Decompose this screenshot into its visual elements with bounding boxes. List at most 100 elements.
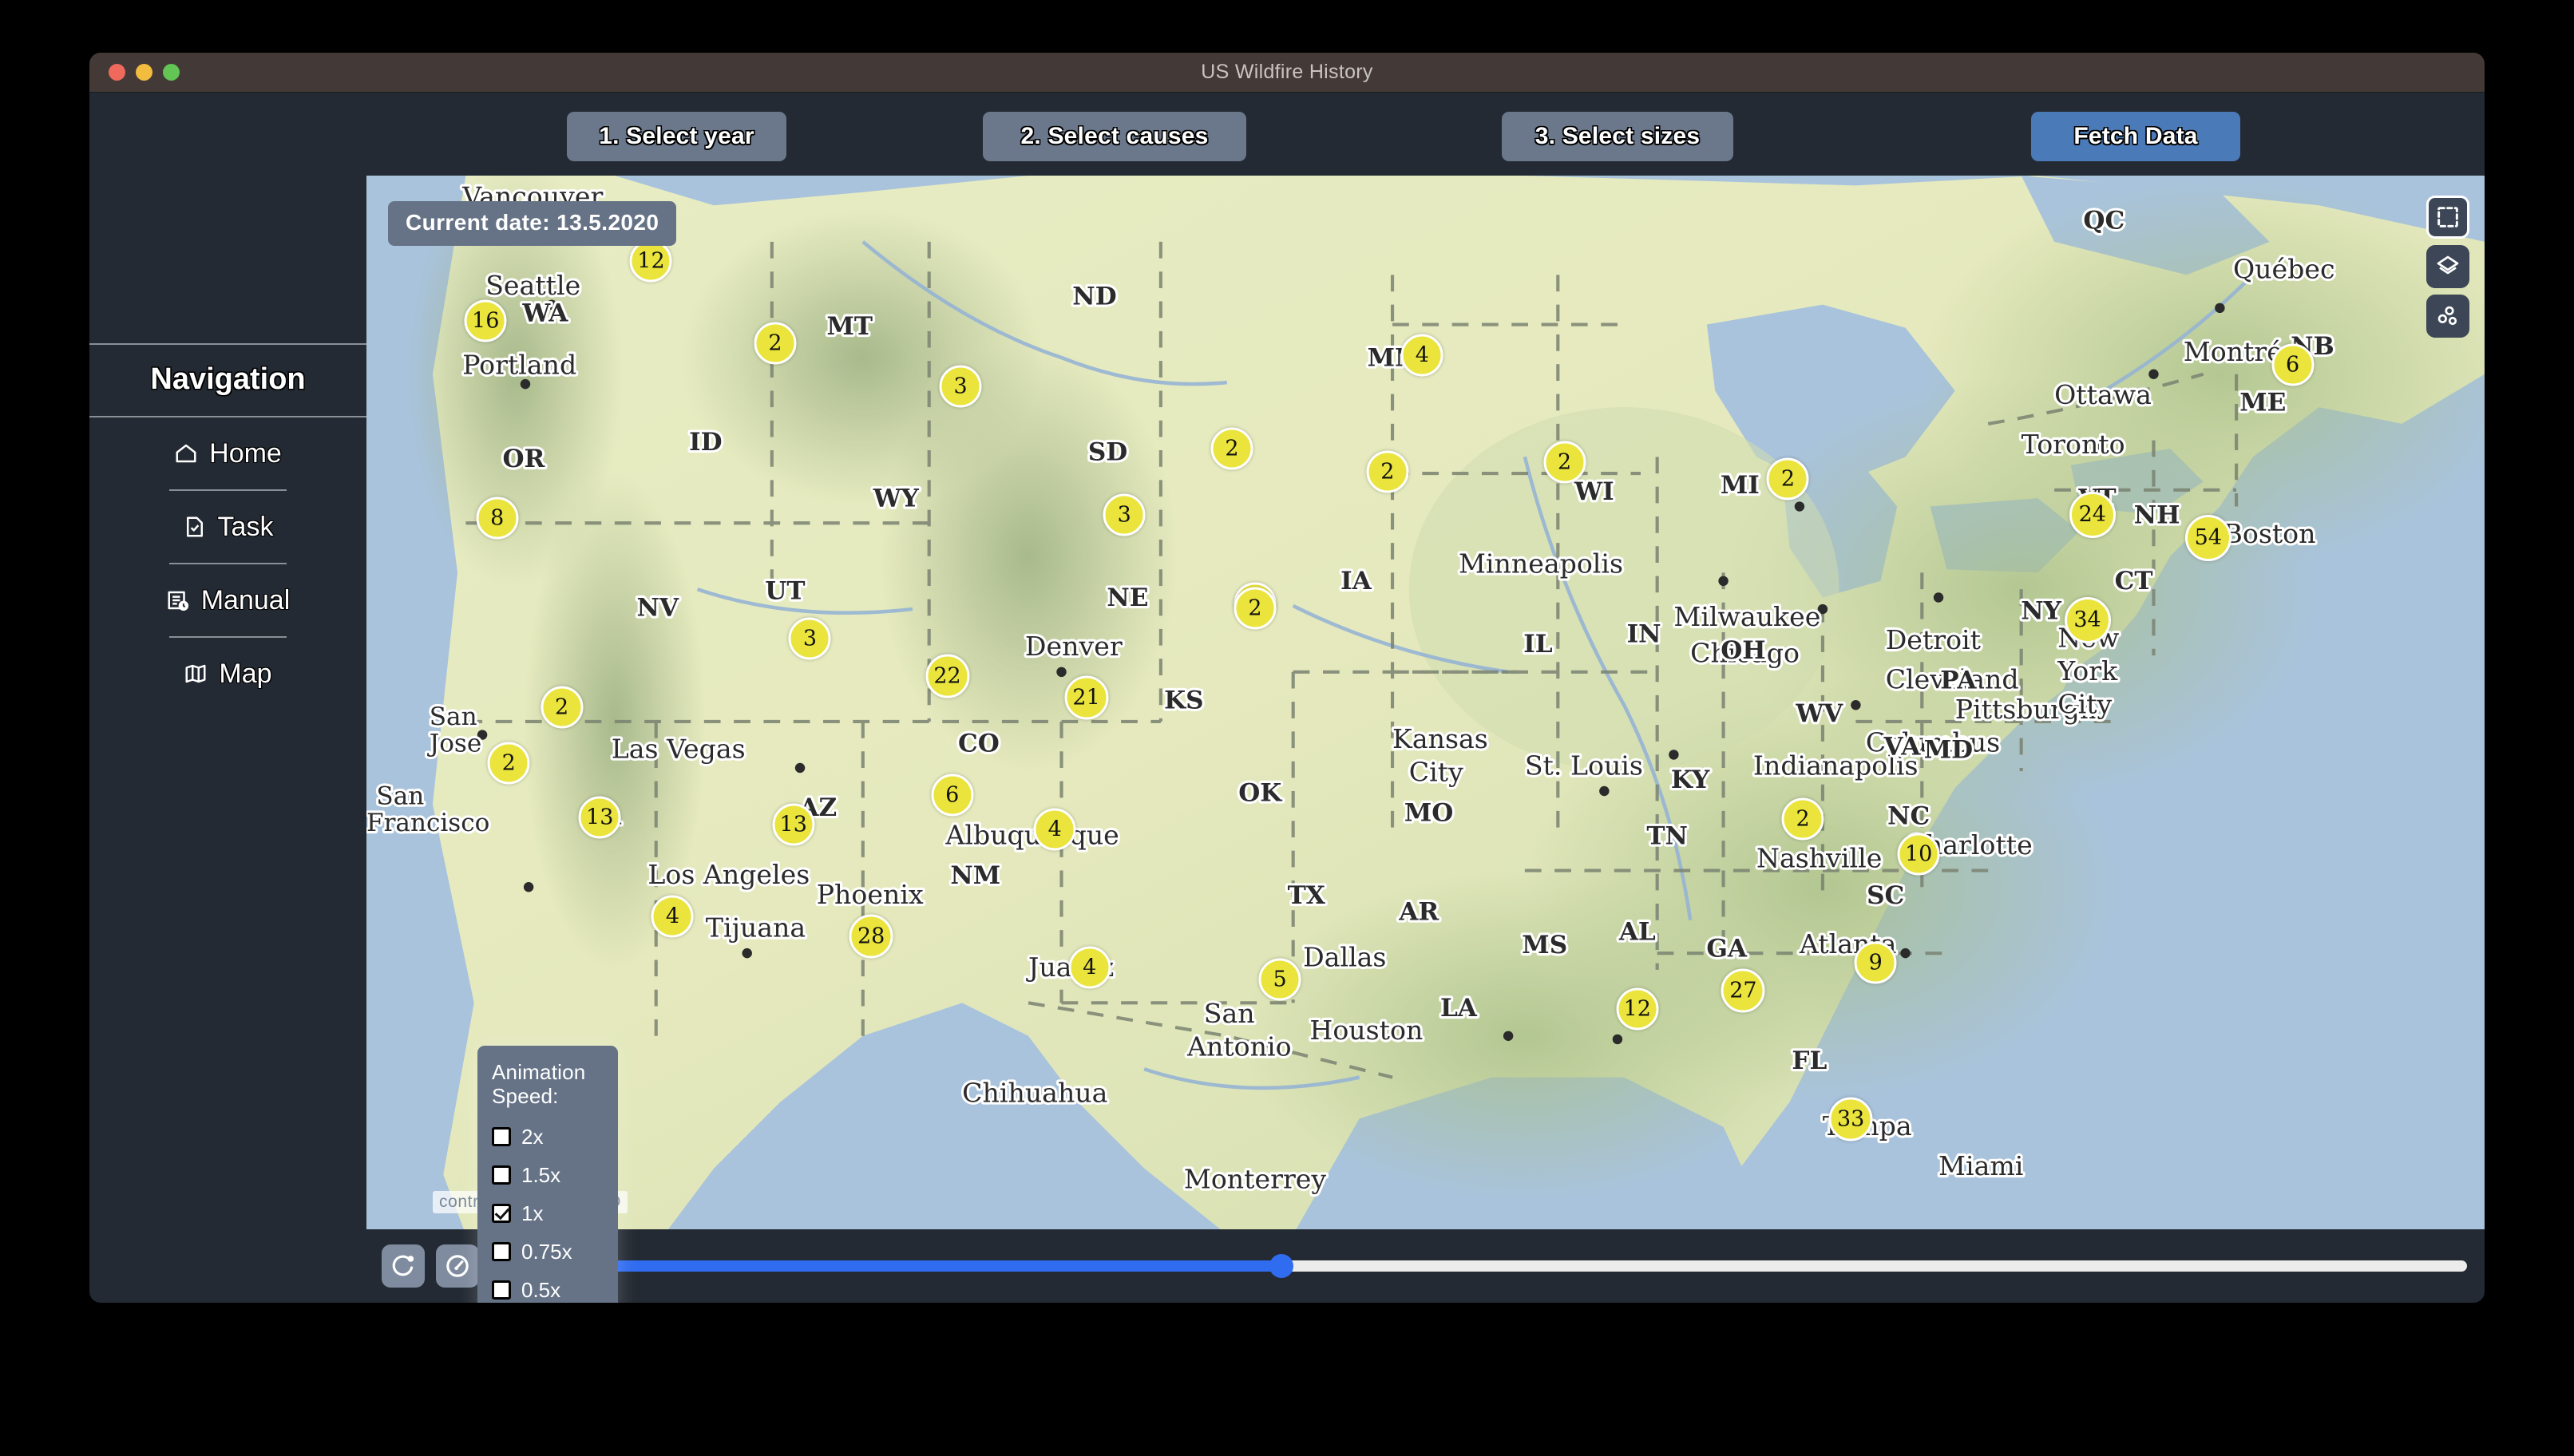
cluster-marker-count: 33 [1836,1106,1865,1132]
select-area-icon[interactable] [2426,196,2469,239]
cluster-marker[interactable]: 8 [476,497,519,540]
cluster-marker[interactable]: 27 [1721,968,1765,1013]
speed-option-label: 0.5x [521,1277,561,1302]
cluster-marker-count: 2 [1225,436,1239,461]
cluster-marker[interactable]: 2 [1543,441,1586,484]
cluster-marker[interactable]: 2 [1766,457,1809,500]
svg-text:Tijuana: Tijuana [706,912,806,943]
cluster-marker[interactable]: 16 [464,299,507,342]
svg-text:CT: CT [2115,567,2153,595]
sidebar-item-manual[interactable]: Manual [89,564,366,636]
cluster-marker[interactable]: 2 [1234,587,1277,630]
svg-text:TX: TX [1288,881,1326,910]
cluster-marker[interactable]: 28 [849,914,893,959]
cluster-marker[interactable]: 4 [651,895,694,938]
cluster-marker[interactable]: 12 [1616,987,1659,1031]
slider-thumb[interactable] [1269,1254,1293,1278]
cluster-marker[interactable]: 33 [1828,1097,1873,1141]
speed-option-1-5x[interactable]: 1.5x [492,1156,607,1194]
speed-option-0-5x[interactable]: 0.5x [492,1271,607,1303]
svg-text:Nashville: Nashville [1756,842,1882,873]
svg-text:KY: KY [1671,766,1710,794]
cluster-marker[interactable]: 2 [1210,427,1253,470]
svg-text:Los Angeles: Los Angeles [647,859,810,890]
sidebar-item-task[interactable]: Task [89,491,366,563]
svg-text:Houston: Houston [1309,1015,1423,1046]
sidebar-item-home[interactable]: Home [89,417,366,489]
svg-text:NE: NE [1107,584,1148,612]
map-view[interactable]: Vancouver Seattle Portland San Jose San … [366,176,2485,1229]
cluster-marker[interactable]: 12 [629,239,672,283]
cluster-marker[interactable]: 2 [541,686,584,729]
svg-text:MD: MD [1924,736,1973,765]
cluster-marker[interactable]: 4 [1400,334,1443,377]
fetch-data-button[interactable]: Fetch Data [2031,112,2240,161]
select-causes-button[interactable]: 2. Select causes [983,112,1246,161]
speed-option-0-75x[interactable]: 0.75x [492,1232,607,1271]
svg-text:IN: IN [1627,619,1661,648]
layers-icon[interactable] [2426,245,2469,288]
cluster-marker[interactable]: 13 [578,796,621,839]
cluster-marker[interactable]: 24 [2069,491,2116,538]
cluster-marker[interactable]: 4 [1068,946,1111,989]
cluster-marker[interactable]: 3 [788,617,831,660]
cluster-marker[interactable]: 21 [1064,675,1109,720]
svg-text:TN: TN [1646,821,1688,850]
cluster-marker-count: 3 [953,374,968,399]
cluster-marker[interactable]: 10 [1897,833,1940,876]
svg-text:Dallas: Dallas [1303,942,1386,973]
cluster-marker[interactable]: 6 [931,774,974,816]
svg-text:SD: SD [1088,437,1127,466]
cluster-marker[interactable]: 34 [2064,596,2111,643]
svg-text:WY: WY [873,485,920,513]
cluster-marker-count: 4 [1047,817,1062,842]
cluster-marker[interactable]: 2 [754,322,797,365]
svg-text:St. Louis: St. Louis [1525,750,1643,781]
speed-option-checkbox[interactable] [492,1280,511,1300]
cluster-marker-count: 24 [2078,502,2106,528]
cluster-marker[interactable]: 54 [2184,514,2231,561]
cluster-marker[interactable]: 3 [1103,493,1146,536]
speed-option-checkbox[interactable] [492,1204,511,1224]
cluster-marker[interactable]: 2 [1366,450,1409,493]
speed-option-checkbox[interactable] [492,1242,511,1262]
speed-option-label: 2x [521,1124,544,1149]
toolbar: 1. Select year 2. Select causes 3. Selec… [89,93,2485,176]
cluster-marker[interactable]: 2 [487,742,530,785]
cluster-marker[interactable]: 2 [1781,797,1824,841]
svg-text:San: San [430,702,477,731]
svg-text:GA: GA [1706,934,1748,963]
svg-text:MT: MT [826,312,873,341]
speed-option-checkbox[interactable] [492,1127,511,1147]
svg-text:Ottawa: Ottawa [2054,379,2152,410]
loop-icon[interactable] [382,1244,425,1288]
svg-text:Monterrey: Monterrey [1184,1163,1327,1194]
cluster-marker-count: 8 [490,505,505,531]
cluster-marker-count: 2 [1380,459,1395,485]
speed-option-checkbox[interactable] [492,1165,511,1185]
select-sizes-button[interactable]: 3. Select sizes [1502,112,1733,161]
speed-option-1x[interactable]: 1x [492,1194,607,1232]
cluster-marker[interactable]: 4 [1033,808,1076,851]
svg-text:Chihuahua: Chihuahua [962,1078,1107,1109]
cluster-marker-count: 5 [1273,967,1287,991]
cluster-marker-count: 34 [2073,607,2101,633]
cluster-marker[interactable]: 3 [939,365,982,408]
select-year-button[interactable]: 1. Select year [567,112,786,161]
cluster-marker[interactable]: 22 [925,654,969,698]
sidebar-item-map[interactable]: Map [89,638,366,710]
cluster-marker[interactable]: 5 [1258,958,1301,1000]
svg-text:Phoenix: Phoenix [817,879,924,910]
speed-option-2x[interactable]: 2x [492,1118,607,1156]
speedometer-icon[interactable] [436,1244,479,1288]
svg-text:LA: LA [1440,994,1478,1023]
svg-text:Minneapolis: Minneapolis [1459,548,1623,579]
svg-text:San: San [1204,998,1255,1029]
timeline-slider[interactable] [614,1254,2467,1278]
svg-text:Antonio: Antonio [1186,1031,1292,1062]
cluster-marker[interactable]: 13 [772,803,815,846]
cluster-points-icon[interactable] [2426,295,2469,338]
svg-text:KS: KS [1164,686,1203,714]
cluster-marker[interactable]: 9 [1854,941,1897,984]
cluster-marker[interactable]: 6 [2271,343,2315,386]
